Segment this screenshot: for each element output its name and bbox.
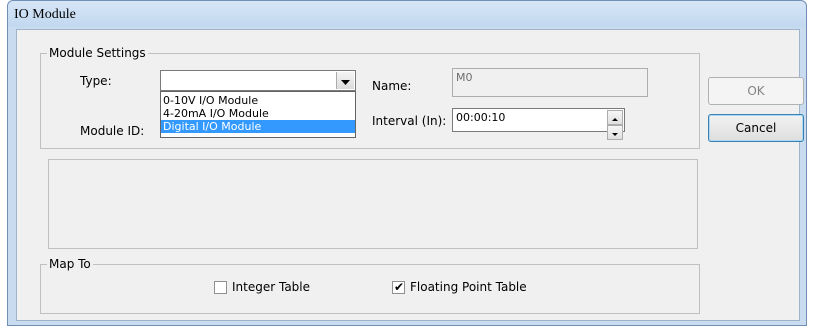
map-to-group: Map To xyxy=(40,257,700,314)
module-settings-legend: Module Settings xyxy=(47,46,148,60)
check-icon: ✔ xyxy=(394,280,405,294)
interval-field-value: 00:00:10 xyxy=(456,111,506,124)
type-combobox[interactable] xyxy=(160,70,356,91)
ok-button[interactable]: OK xyxy=(708,77,804,105)
title-bar[interactable]: IO Module xyxy=(8,1,806,27)
module-id-label: Module ID: xyxy=(80,124,145,138)
integer-table-label[interactable]: Integer Table xyxy=(232,280,310,294)
name-field[interactable]: M0 xyxy=(452,68,648,97)
chevron-down-icon xyxy=(341,74,350,88)
interval-label: Interval (In): xyxy=(372,114,447,128)
interval-spinner xyxy=(607,110,623,140)
type-option-digital[interactable]: Digital I/O Module xyxy=(161,120,355,133)
name-label: Name: xyxy=(372,79,412,93)
module-info-panel xyxy=(48,159,698,249)
type-option-0-10v[interactable]: 0-10V I/O Module xyxy=(161,94,355,107)
dialog-client-area: Module Settings Type: 0-10V I/O Module 4… xyxy=(16,29,804,321)
type-dropdown-list: 0-10V I/O Module 4-20mA I/O Module Digit… xyxy=(160,91,356,138)
integer-table-checkbox[interactable] xyxy=(214,281,227,294)
interval-field[interactable]: 00:00:10 xyxy=(452,108,625,140)
spin-down-icon xyxy=(612,126,618,139)
type-dropdown-button[interactable] xyxy=(336,72,354,89)
type-option-4-20ma[interactable]: 4-20mA I/O Module xyxy=(161,107,355,120)
io-module-dialog: IO Module Module Settings Type: 0-10V I/… xyxy=(7,0,807,326)
spin-down-button[interactable] xyxy=(607,125,623,140)
spin-up-button[interactable] xyxy=(607,110,623,125)
type-label: Type: xyxy=(80,74,112,88)
cancel-button[interactable]: Cancel xyxy=(708,114,804,142)
window-title: IO Module xyxy=(14,7,76,22)
map-to-legend: Map To xyxy=(47,257,93,271)
spin-up-icon xyxy=(612,111,618,124)
floating-point-table-label[interactable]: Floating Point Table xyxy=(410,280,527,294)
floating-point-table-checkbox[interactable]: ✔ xyxy=(392,280,405,294)
name-field-value: M0 xyxy=(456,71,473,84)
